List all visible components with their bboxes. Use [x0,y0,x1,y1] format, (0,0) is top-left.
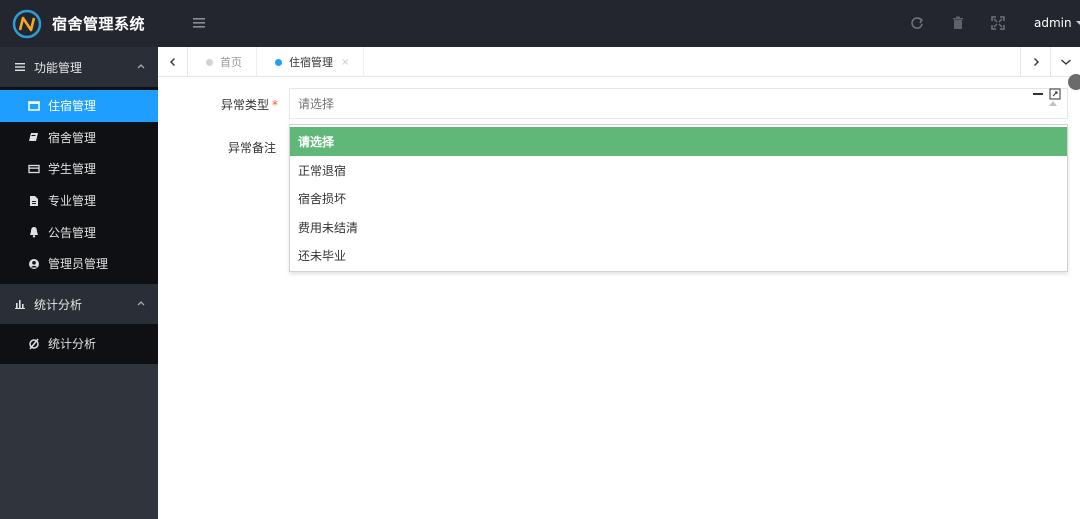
top-header: 宿舍管理系统 admin [0,0,1080,47]
sidebar-item-admins[interactable]: 管理员管理 [0,248,158,280]
tab-scroll-left-button[interactable] [158,47,188,77]
field-label-exception-type: 异常类型 * [220,98,278,112]
sidebar-item-label: 统计分析 [48,337,97,352]
sidebar-item-dormitory[interactable]: 宿舍管理 [0,122,158,154]
select-option[interactable]: 费用未结清 [290,213,1067,242]
window-controls [1033,88,1061,100]
minimize-icon[interactable] [1033,93,1043,95]
exception-type-select[interactable]: 请选择 [289,88,1068,119]
tab-home[interactable]: 首页 [192,47,257,77]
trash-icon[interactable] [950,15,966,31]
username: admin [1034,16,1072,30]
select-dropdown: 请选择 正常退宿 宿舍损坏 费用未结清 还未毕业 [289,124,1068,272]
sidebar-item-label: 学生管理 [48,162,97,177]
tab-label: 住宿管理 [289,56,333,69]
sidebar-item-students[interactable]: 学生管理 [0,153,158,185]
sidebar-item-statistics[interactable]: 统计分析 [0,328,158,360]
tab-bar: 首页 住宿管理 × [158,47,1080,77]
tab-label: 首页 [220,56,242,69]
field-label-exception-note: 异常备注 [227,141,276,155]
card-icon [28,164,40,174]
refresh-icon[interactable] [909,15,925,31]
fullscreen-icon[interactable] [990,15,1006,31]
select-option[interactable]: 请选择 [290,127,1067,156]
tab-accommodation[interactable]: 住宿管理 × [261,47,365,77]
sidebar-group-statistics-items: 统计分析 [0,324,158,364]
chevron-up-icon [137,64,145,69]
sidebar-item-label: 宿舍管理 [48,130,97,145]
maximize-icon[interactable] [1049,88,1061,100]
sidebar-group-function-items: 住宿管理 宿舍管理 学生管理 专业管理 公告管理 管理员管理 [0,87,158,284]
close-icon[interactable]: × [341,57,349,68]
menu-toggle-icon[interactable] [190,15,208,31]
sidebar-item-label: 公告管理 [48,225,97,240]
sidebar-group-function[interactable]: 功能管理 [0,47,158,87]
app-title: 宿舍管理系统 [52,15,146,33]
sidebar: 功能管理 住宿管理 宿舍管理 学生管理 专业管理 公告管理 管理员管理 统计分析… [0,47,158,519]
select-placeholder: 请选择 [298,97,335,111]
user-menu[interactable]: admin [1034,16,1080,30]
select-option[interactable]: 正常退宿 [290,156,1067,185]
tab-options-button[interactable] [1050,47,1080,77]
chevron-up-icon [137,301,145,306]
sidebar-group-statistics[interactable]: 统计分析 [0,284,158,324]
user-circle-icon [29,258,39,269]
badge-icon [1068,74,1080,90]
chevron-right-icon [1033,58,1039,66]
logo[interactable]: 宿舍管理系统 [0,0,158,47]
menu-icon [15,63,25,71]
sidebar-item-announcements[interactable]: 公告管理 [0,216,158,248]
sidebar-item-label: 管理员管理 [48,257,109,272]
bar-chart-icon [15,300,25,309]
tab-scroll-right-button[interactable] [1020,47,1050,77]
select-option[interactable]: 还未毕业 [290,242,1067,271]
chevron-left-icon [169,58,175,66]
sidebar-group-label: 功能管理 [34,60,83,75]
window-icon [28,101,40,111]
caret-up-icon [1049,101,1057,106]
tab-dot [206,58,213,66]
sidebar-item-majors[interactable]: 专业管理 [0,185,158,217]
bell-icon [30,227,38,238]
book-icon [29,133,38,142]
sidebar-group-label: 统计分析 [34,297,83,312]
required-mark: * [272,98,278,112]
chevron-down-icon [1060,59,1071,65]
sidebar-item-label: 住宿管理 [48,99,97,114]
spinner-icon [29,338,39,350]
select-option[interactable]: 宿舍损坏 [290,185,1067,214]
chevron-down-icon [1075,20,1080,26]
logo-icon [12,9,42,38]
tab-dot [275,58,282,66]
sidebar-item-label: 专业管理 [48,194,97,209]
sidebar-item-accommodation[interactable]: 住宿管理 [0,90,158,122]
file-icon [30,195,38,206]
